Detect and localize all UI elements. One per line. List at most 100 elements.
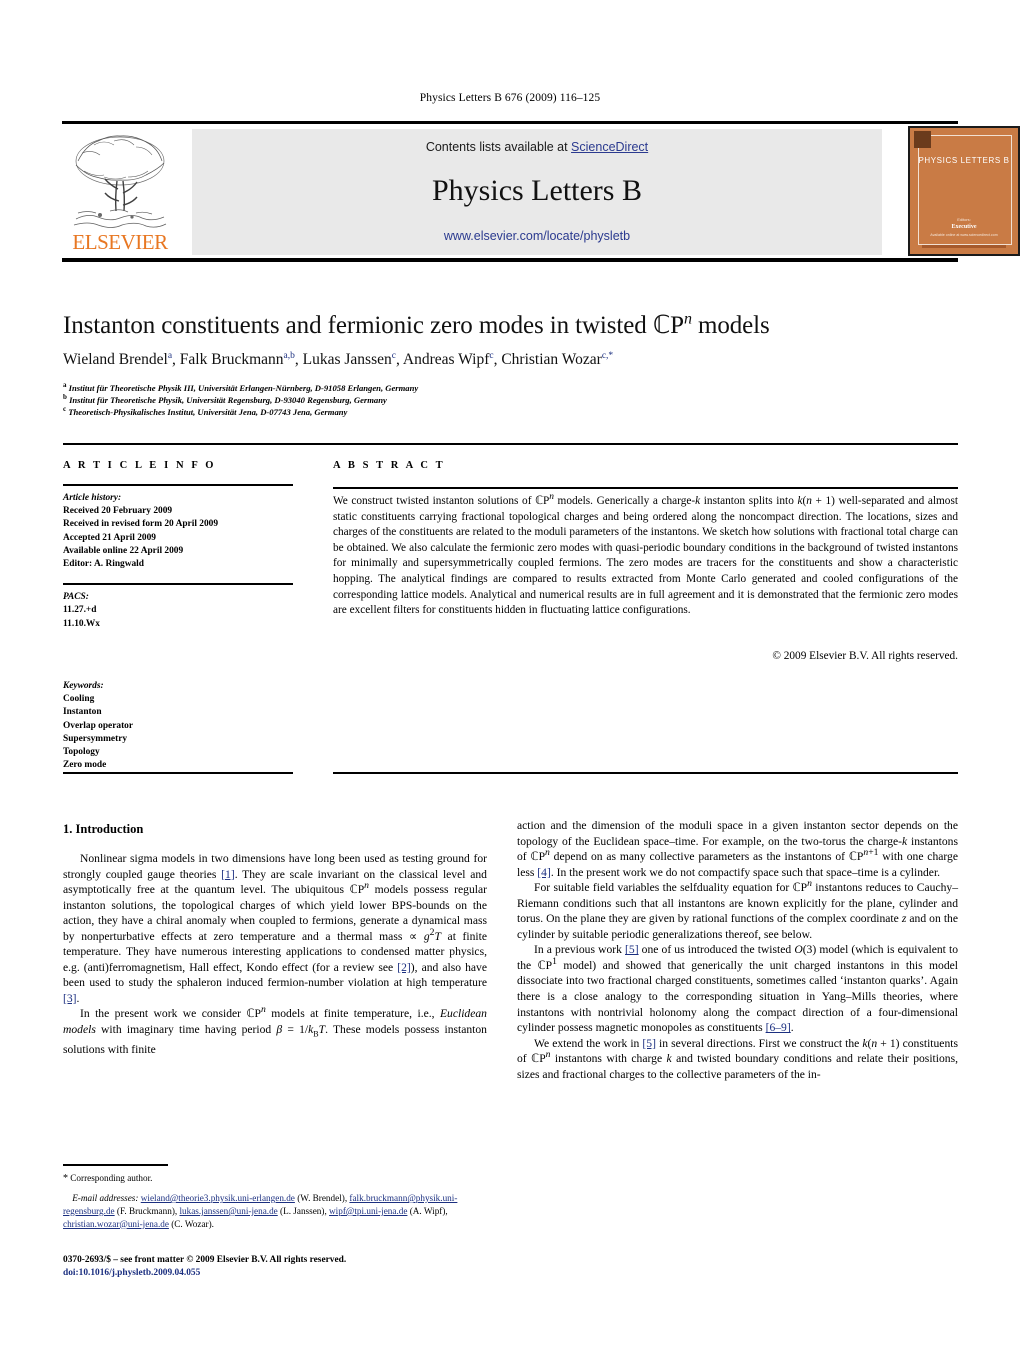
keyword-0: Cooling — [63, 694, 95, 705]
affiliation-2: c Theoretisch-Physikalisches Institut, U… — [63, 406, 943, 418]
footnote-rule — [63, 1164, 168, 1166]
body-column-left: Nonlinear sigma models in two dimensions… — [63, 851, 487, 1057]
journal-homepage-link[interactable]: www.elsevier.com/locate/physletb — [192, 229, 882, 243]
info-bottom-rule — [63, 772, 293, 774]
keyword-4: Topology — [63, 747, 100, 758]
journal-cover-thumbnail[interactable]: PHYSICS LETTERS B Editors: Executive Ava… — [908, 126, 1020, 256]
title-text-pre: Instanton constituents and fermionic zer… — [63, 312, 653, 339]
author-mark-1: a,b — [283, 350, 295, 361]
citation-5b[interactable]: [5] — [642, 1037, 656, 1050]
title-text-post: models — [691, 312, 770, 339]
sciencedirect-link[interactable]: ScienceDirect — [571, 140, 648, 154]
title-superscript: n — [683, 310, 692, 328]
corresponding-author-note: * Corresponding author. — [63, 1172, 487, 1186]
keyword-5: Zero mode — [63, 760, 107, 771]
citation-2[interactable]: [2] — [397, 961, 411, 974]
author-mark-2: c — [391, 350, 396, 361]
affiliation-text-0: Institut für Theoretische Physik III, Un… — [68, 383, 419, 393]
info-top-rule — [63, 443, 958, 445]
history-item-4: Editor: A. Ringwald — [63, 559, 145, 570]
author-mark-0: a — [167, 350, 173, 361]
author-mark-4: c,* — [601, 350, 614, 361]
running-head: Physics Letters B 676 (2009) 116–125 — [419, 92, 601, 104]
cover-title: PHYSICS LETTERS B — [918, 156, 1010, 165]
title-symbol: ℂPn — [652, 310, 692, 339]
masthead-banner: Contents lists available at ScienceDirec… — [192, 129, 882, 255]
email-link-3[interactable]: wipf@tpi.uni-jena.de — [329, 1206, 407, 1216]
contents-prefix: Contents lists available at — [425, 140, 572, 154]
contents-available-line: Contents lists available at ScienceDirec… — [192, 140, 882, 154]
abstract-copyright: © 2009 Elsevier B.V. All rights reserved… — [772, 650, 958, 662]
history-item-2: Accepted 21 April 2009 — [63, 532, 156, 543]
abstract-rule — [333, 487, 958, 489]
front-matter-block: 0370-2693/$ – see front matter © 2009 El… — [63, 1254, 503, 1280]
asterisk-icon: * — [63, 1173, 68, 1184]
cover-editors-label: Editors: — [957, 217, 971, 222]
citation-4[interactable]: [4] — [537, 866, 551, 879]
cover-sub: Available online at www.sciencedirect.co… — [930, 233, 998, 237]
email-who-4: (C. Wozar) — [171, 1218, 212, 1229]
keyword-3: Supersymmetry — [63, 733, 128, 744]
email-link-2[interactable]: lukas.janssen@uni-jena.de — [179, 1206, 277, 1216]
author-list: Wieland Brendela, Falk Bruckmanna,b, Luk… — [63, 350, 614, 368]
history-item-3: Available online 22 April 2009 — [63, 545, 184, 556]
affiliation-mark-1: b — [63, 393, 67, 402]
article-history-label: Article history: — [63, 493, 122, 503]
email-who-0: (W. Brendel) — [297, 1193, 345, 1203]
cover-bottom-bar — [922, 245, 1006, 248]
affiliation-1: b Institut für Theoretische Physik, Univ… — [63, 394, 943, 406]
abstract-text: We construct twisted instanton solutions… — [333, 492, 958, 617]
cover-editors: Executive — [951, 224, 977, 230]
citation-6-9[interactable]: [6–9] — [766, 1021, 791, 1034]
citation-5[interactable]: [5] — [625, 943, 639, 956]
abstract-heading: A B S T R A C T — [333, 460, 446, 471]
pacs-rule — [63, 583, 293, 586]
email-label: E-mail addresses: — [72, 1193, 139, 1203]
author-mark-3: c — [489, 350, 494, 361]
pacs-item-0: 11.27.+d — [63, 605, 97, 616]
masthead-bottom-rule — [62, 258, 958, 262]
affiliation-list: a Institut für Theoretische Physik III, … — [63, 382, 943, 419]
elsevier-wordmark: ELSEVIER — [72, 230, 168, 254]
history-item-0: Received 20 February 2009 — [63, 506, 173, 517]
pacs-item-1: 11.10.Wx — [63, 618, 100, 629]
journal-masthead: ELSEVIER Contents lists available at Sci… — [62, 121, 1020, 262]
keyword-2: Overlap operator — [63, 720, 134, 731]
author-name-4: Christian Wozar — [501, 351, 602, 368]
keywords-label: Keywords: — [63, 681, 104, 691]
email-link-0[interactable]: wieland@theorie3.physik.uni-erlangen.de — [141, 1193, 295, 1203]
email-addresses-block: E-mail addresses: wieland@theorie3.physi… — [63, 1193, 458, 1229]
citation-3[interactable]: [3] — [63, 992, 77, 1005]
author-name-2: Lukas Janssen — [302, 351, 392, 368]
email-link-4[interactable]: christian.wozar@uni-jena.de — [63, 1219, 169, 1229]
paper-page: Physics Letters B 676 (2009) 116–125 ELS… — [0, 0, 1020, 1351]
email-who-3: (A. Wipf) — [409, 1205, 446, 1216]
section-heading-introduction: 1. Introduction — [63, 822, 144, 836]
paragraph-intro-2: In the present work we consider ℂPn mode… — [63, 1004, 487, 1056]
abstract-bottom-rule — [333, 772, 958, 774]
corresponding-author-text: Corresponding author. — [70, 1173, 153, 1183]
author-name-0: Wieland Brendel — [63, 351, 168, 368]
affiliation-text-2: Theoretisch-Physikalisches Institut, Uni… — [68, 407, 348, 418]
paragraph-right-2: For suitable field variables the selfdua… — [517, 878, 958, 941]
doi-link[interactable]: doi:10.1016/j.physletb.2009.04.055 — [63, 1267, 503, 1280]
front-matter-line: 0370-2693/$ – see front matter © 2009 El… — [63, 1255, 347, 1265]
affiliation-text-1: Institut für Theoretische Physik, Univer… — [69, 395, 387, 406]
author-name-3: Andreas Wipf — [402, 351, 490, 368]
paragraph-right-1: action and the dimension of the moduli s… — [517, 819, 958, 879]
affiliation-mark-0: a — [63, 381, 67, 390]
page-title: Instanton constituents and fermionic zer… — [63, 310, 943, 340]
elsevier-logo: ELSEVIER — [64, 129, 176, 255]
email-who-1: (F. Bruckmann) — [116, 1205, 175, 1216]
elsevier-tree-icon — [73, 135, 167, 228]
citation-1[interactable]: [1] — [221, 868, 235, 881]
paragraph-intro-1: Nonlinear sigma models in two dimensions… — [63, 852, 487, 1005]
body-column-right: action and the dimension of the moduli s… — [517, 818, 958, 1082]
pacs-label: PACS: — [63, 592, 89, 603]
keyword-1: Instanton — [63, 707, 102, 718]
article-info-heading: A R T I C L E I N F O — [63, 460, 217, 471]
author-name-1: Falk Bruckmann — [179, 351, 284, 368]
paragraph-right-4: We extend the work in [5] in several dir… — [517, 1036, 958, 1081]
affiliation-0: a Institut für Theoretische Physik III, … — [63, 382, 943, 394]
journal-title: Physics Letters B — [432, 174, 642, 207]
